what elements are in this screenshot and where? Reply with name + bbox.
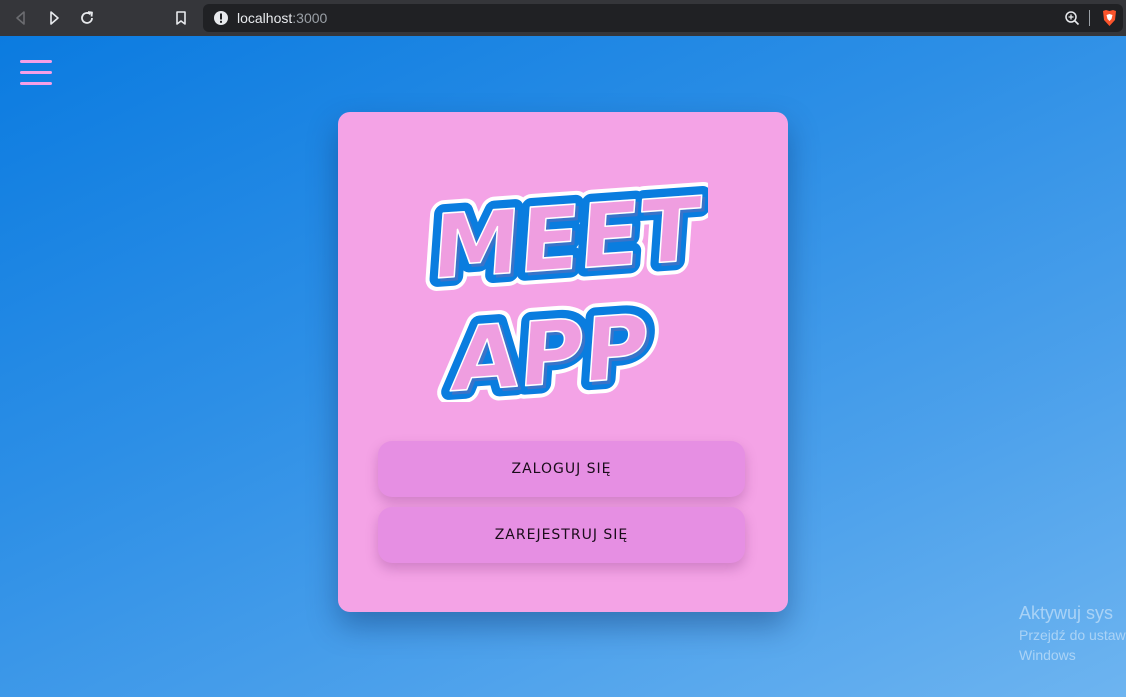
site-info-icon[interactable] [213, 10, 229, 26]
logo-line1: MEET [429, 177, 703, 299]
watermark-line3: Windows [1019, 647, 1076, 663]
separator [1089, 10, 1090, 26]
forward-icon[interactable] [42, 6, 66, 30]
welcome-card: MEET MEET MEET MEET APP APP APP APP ZALO… [338, 112, 788, 612]
logo-line2: APP [448, 295, 652, 402]
watermark-line2: Przejdź do ustaw [1019, 627, 1126, 643]
url-text[interactable]: localhost:3000 [237, 10, 327, 26]
app-logo: MEET MEET MEET MEET APP APP APP APP [418, 172, 708, 402]
watermark-line1: Aktywuj sys [1019, 603, 1114, 623]
brave-shield-icon[interactable] [1101, 9, 1118, 27]
windows-activation-watermark: Aktywuj sys Przejdź do ustaw Windows [1019, 601, 1126, 665]
reload-icon[interactable] [75, 6, 99, 30]
app-page: MEET MEET MEET MEET APP APP APP APP ZALO… [0, 36, 1126, 697]
back-icon[interactable] [9, 6, 33, 30]
url-host: localhost [237, 10, 293, 26]
zoom-icon[interactable] [1064, 10, 1080, 26]
register-button[interactable]: ZAREJESTRUJ SIĘ [378, 507, 745, 563]
url-port: :3000 [292, 10, 328, 26]
login-button[interactable]: ZALOGUJ SIĘ [378, 441, 745, 497]
address-bar[interactable]: localhost:3000 [203, 4, 1123, 32]
hamburger-menu-icon[interactable] [20, 59, 52, 87]
browser-toolbar: localhost:3000 [0, 0, 1126, 36]
bookmark-icon[interactable] [169, 6, 193, 30]
